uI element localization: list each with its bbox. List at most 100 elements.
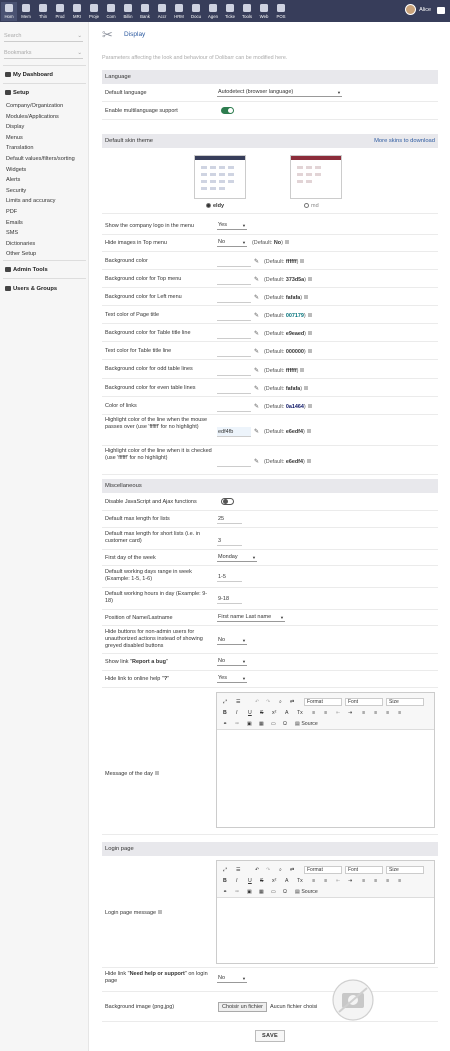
align-left-icon[interactable]: ≡ xyxy=(362,878,365,884)
top-menu-tools[interactable]: Tools xyxy=(239,3,255,19)
color-input[interactable] xyxy=(217,347,251,357)
max-length-input[interactable]: 25 xyxy=(217,514,242,524)
align-right-icon[interactable]: ≡ xyxy=(386,710,389,716)
numbered-list-icon[interactable]: ≡ xyxy=(312,878,315,884)
color-picker-icon[interactable]: ✎ xyxy=(254,295,260,301)
top-menu-pos[interactable]: POS xyxy=(273,3,289,19)
align-right-icon[interactable]: ≡ xyxy=(386,878,389,884)
sidebar-item-other-setup[interactable]: Other Setup xyxy=(6,251,36,257)
template-icon[interactable]: ☰ xyxy=(236,867,241,873)
top-menu-mri[interactable]: MRI xyxy=(69,3,85,19)
table-icon[interactable]: ▦ xyxy=(259,721,264,727)
strike-icon[interactable]: S xyxy=(260,878,263,884)
working-days-input[interactable]: 1-5 xyxy=(217,572,242,582)
color-input[interactable] xyxy=(217,384,251,394)
color-input[interactable] xyxy=(217,293,251,303)
italic-icon[interactable]: I xyxy=(236,710,237,716)
size-select[interactable]: Size xyxy=(386,866,424,874)
size-select[interactable]: Size xyxy=(386,698,424,706)
sidebar-item-display[interactable]: Display xyxy=(6,124,24,130)
indent-icon[interactable]: ⇥ xyxy=(348,878,352,884)
color-input[interactable] xyxy=(217,257,251,267)
bullet-list-icon[interactable]: ≡ xyxy=(324,878,327,884)
special-char-icon[interactable]: Ω xyxy=(283,889,287,895)
top-menu-mem[interactable]: Mem xyxy=(18,3,34,19)
replace-icon[interactable]: ⇄ xyxy=(290,699,294,705)
sidebar-item-alerts[interactable]: Alerts xyxy=(6,177,20,183)
show-logo-select[interactable]: Yes ▼ xyxy=(217,221,247,230)
skin-preview-md[interactable] xyxy=(290,155,342,199)
need-help-select[interactable]: No ▼ xyxy=(217,974,247,983)
hide-images-select[interactable]: No ▼ xyxy=(217,238,247,247)
top-menu-com[interactable]: Com xyxy=(103,3,119,19)
top-menu-prod[interactable]: Prod xyxy=(52,3,68,19)
outdent-icon[interactable]: ⇤ xyxy=(336,878,340,884)
link-icon[interactable]: ⚭ xyxy=(223,721,227,727)
name-position-select[interactable]: First name Last name ▼ xyxy=(217,613,285,622)
bullet-list-icon[interactable]: ≡ xyxy=(324,710,327,716)
admin-tools-link[interactable]: Admin Tools xyxy=(5,267,48,273)
italic-icon[interactable]: I xyxy=(236,878,237,884)
hline-icon[interactable]: ▭ xyxy=(271,721,276,727)
bookmarks-select[interactable]: Bookmarks ⌄ xyxy=(4,47,83,59)
link-icon[interactable]: ⚭ xyxy=(223,889,227,895)
justify-icon[interactable]: ≡ xyxy=(398,710,401,716)
sidebar-item-pdf[interactable]: PDF xyxy=(6,209,17,215)
maximize-icon[interactable]: ⤢ xyxy=(223,699,227,706)
sidebar-item-widgets[interactable]: Widgets xyxy=(6,167,26,173)
color-picker-icon[interactable]: ✎ xyxy=(254,349,260,355)
max-length-short-input[interactable]: 3 xyxy=(217,536,242,546)
color-input[interactable] xyxy=(217,311,251,321)
user-menu[interactable]: Alice xyxy=(405,4,431,15)
unlink-icon[interactable]: ⚮ xyxy=(235,721,239,727)
font-select[interactable]: Font xyxy=(345,866,383,874)
color-input[interactable] xyxy=(217,457,251,467)
top-menu-web[interactable]: Web xyxy=(256,3,272,19)
color-picker-icon[interactable]: ✎ xyxy=(254,331,260,337)
my-dashboard-link[interactable]: My Dashboard xyxy=(5,72,53,78)
top-menu-bank[interactable]: Bank xyxy=(137,3,153,19)
replace-icon[interactable]: ⇄ xyxy=(290,867,294,873)
top-menu-agen[interactable]: Agen xyxy=(205,3,221,19)
indent-icon[interactable]: ⇥ xyxy=(348,710,352,716)
skin-option-eldy[interactable]: eldy xyxy=(206,203,224,209)
text-color-icon[interactable]: A xyxy=(285,878,288,884)
justify-icon[interactable]: ≡ xyxy=(398,878,401,884)
color-picker-icon[interactable]: ✎ xyxy=(254,459,260,465)
format-select[interactable]: Format xyxy=(304,698,342,706)
sidebar-item-sms[interactable]: SMS xyxy=(6,230,18,236)
color-picker-icon[interactable]: ✎ xyxy=(254,386,260,392)
skin-option-md[interactable]: md xyxy=(304,203,319,209)
sidebar-item-translation[interactable]: Translation xyxy=(6,145,33,151)
find-icon[interactable]: ⌕ xyxy=(279,867,282,874)
color-picker-icon[interactable]: ✎ xyxy=(254,259,260,265)
top-menu-hrm[interactable]: HRM xyxy=(171,3,187,19)
source-button[interactable]: ▤ Source xyxy=(295,721,318,727)
text-color-icon[interactable]: A xyxy=(285,710,288,716)
format-select[interactable]: Format xyxy=(304,866,342,874)
top-menu-accr[interactable]: Accr xyxy=(154,3,170,19)
numbered-list-icon[interactable]: ≡ xyxy=(312,710,315,716)
top-menu-docu[interactable]: Docu xyxy=(188,3,204,19)
sidebar-item-modules-applications[interactable]: Modules/Applications xyxy=(6,114,59,120)
color-picker-icon[interactable]: ✎ xyxy=(254,277,260,283)
color-input[interactable] xyxy=(217,275,251,285)
find-icon[interactable]: ⌕ xyxy=(279,699,282,706)
disable-js-toggle[interactable] xyxy=(221,498,234,505)
strike-icon[interactable]: S xyxy=(260,710,263,716)
top-menu-billin[interactable]: Billin xyxy=(120,3,136,19)
color-picker-icon[interactable]: ✎ xyxy=(254,429,260,435)
undo-icon[interactable]: ↶ xyxy=(255,867,259,873)
skin-preview-eldy[interactable] xyxy=(194,155,246,199)
top-menu-ticke[interactable]: Ticke xyxy=(222,3,238,19)
working-hours-input[interactable]: 9-18 xyxy=(217,594,242,604)
image-icon[interactable]: ▣ xyxy=(247,889,252,895)
multilanguage-toggle[interactable] xyxy=(221,107,234,114)
hide-buttons-select[interactable]: No ▼ xyxy=(217,636,247,645)
search-input[interactable]: Search ⌄ xyxy=(4,30,83,42)
bold-icon[interactable]: B xyxy=(223,710,227,716)
more-skins-link[interactable]: More skins to download xyxy=(374,134,435,148)
unlink-icon[interactable]: ⚮ xyxy=(235,889,239,895)
undo-icon[interactable]: ↶ xyxy=(255,699,259,705)
superscript-icon[interactable]: x² xyxy=(272,710,276,716)
